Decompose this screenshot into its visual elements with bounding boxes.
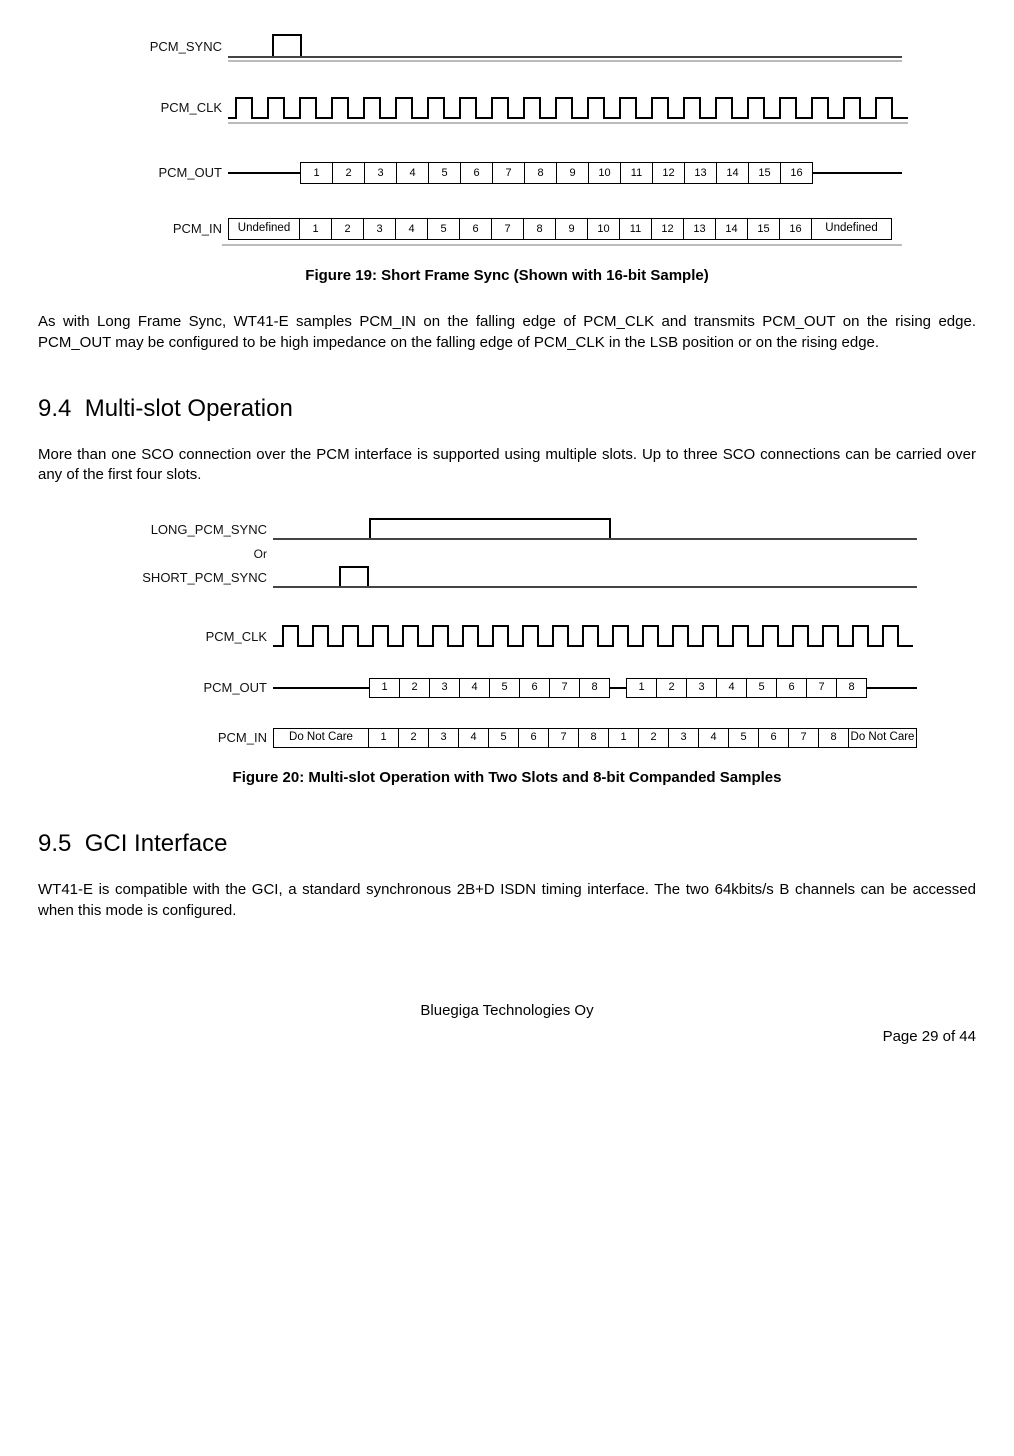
fig20-out-cells-b: 1 2 3 4 5 6 7 8 bbox=[626, 678, 867, 698]
fig19-label-out: PCM_OUT bbox=[112, 164, 228, 182]
para-after-fig19: As with Long Frame Sync, WT41-E samples … bbox=[38, 312, 976, 353]
fig20-label-out: PCM_OUT bbox=[97, 679, 273, 697]
fig20-clk-waveform bbox=[273, 620, 923, 654]
section-9-5-heading: 9.5 GCI Interface bbox=[38, 828, 976, 860]
figure-20-caption: Figure 20: Multi-slot Operation with Two… bbox=[38, 768, 976, 788]
section-9-5-para: WT41-E is compatible with the GCI, a sta… bbox=[38, 880, 976, 921]
figure-19-diagram: PCM_SYNC PCM_CLK PCM_OUT 1 2 3 4 5 bbox=[112, 30, 902, 248]
figure-19-caption: Figure 19: Short Frame Sync (Shown with … bbox=[38, 266, 976, 286]
fig20-label-clk: PCM_CLK bbox=[97, 628, 273, 646]
fig19-label-clk: PCM_CLK bbox=[112, 99, 228, 117]
fig19-label-sync: PCM_SYNC bbox=[112, 38, 228, 56]
fig20-out-cells-a: 1 2 3 4 5 6 7 8 bbox=[369, 678, 610, 698]
fig20-label-short: SHORT_PCM_SYNC bbox=[97, 569, 273, 587]
figure-20-diagram: LONG_PCM_SYNC Or SHORT_PCM_SYNC PCM_CLK … bbox=[97, 516, 917, 750]
fig19-label-in: PCM_IN bbox=[112, 220, 228, 238]
fig20-label-or: Or bbox=[97, 546, 273, 562]
footer-page: Page 29 of 44 bbox=[38, 1027, 976, 1047]
fig19-out-cells: 1 2 3 4 5 6 7 8 9 10 11 12 13 14 15 16 bbox=[300, 162, 813, 184]
section-9-4-heading: 9.4 Multi-slot Operation bbox=[38, 393, 976, 425]
fig20-label-long: LONG_PCM_SYNC bbox=[97, 521, 273, 539]
fig20-label-in: PCM_IN bbox=[97, 729, 273, 747]
fig19-in-cells: Undefined 1 2 3 4 5 6 7 8 9 10 11 12 13 … bbox=[228, 218, 892, 240]
footer-company: Bluegiga Technologies Oy bbox=[38, 1001, 976, 1021]
fig20-in-cells: Do Not Care 1 2 3 4 5 6 7 8 1 2 3 4 5 6 … bbox=[273, 728, 917, 748]
fig19-clk-waveform bbox=[228, 90, 908, 126]
section-9-4-para: More than one SCO connection over the PC… bbox=[38, 445, 976, 486]
